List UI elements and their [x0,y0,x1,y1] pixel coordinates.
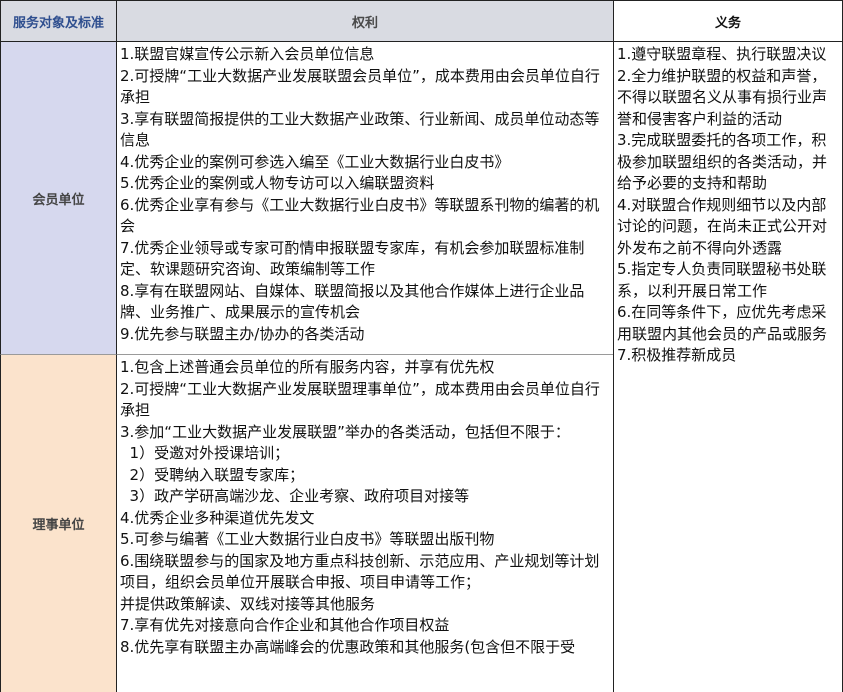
service-table: 服务对象及标准 权利 义务 会员单位 1.联盟官媒宣传公示新入会员单位信息 2.… [0,0,843,692]
obligations-list: 1.遵守联盟章程、执行联盟决议 2.全力维护联盟的权益和声誉，不得以联盟名义从事… [613,42,843,692]
obligation-item: 4.对联盟合作规则细节以及内部讨论的问题，在尚未正式公开对外发布之前不得向外透露 [617,195,828,257]
member-right-item: 1.联盟官媒宣传公示新入会员单位信息 [120,45,375,63]
member-right-item: 2.可授牌“工业大数据产业发展联盟会员单位”，成本费用由会员单位自行承担 [120,66,600,107]
council-right-item: 2.可授牌“工业大数据产业发展联盟理事单位”，成本费用由会员单位自行承担 [120,379,600,420]
member-right-item: 8.享有在联盟网站、自媒体、联盟简报以及其他合作媒体上进行企业品牌、业务推广、成… [120,281,585,322]
member-right-item: 5.优秀企业的案例或人物专访可以入编联盟资料 [120,174,435,192]
obligation-item: 3.完成联盟委托的各项工作，积极参加联盟组织的各类活动，并给予必要的支持和帮助 [617,131,828,192]
member-right-item: 3.享有联盟简报提供的工业大数据产业政策、行业新闻、成员单位动态等信息 [120,109,600,150]
obligation-item: 7.积极推荐新成员 [617,346,737,364]
council-right-item: 3）政产学研高端沙龙、企业考察、政府项目对接等 [120,487,470,505]
header-obligations: 义务 [613,0,843,42]
member-right-item: 9.优先参与联盟主办/协办的各类活动 [120,324,365,343]
council-right-item: 5.可参与编著《工业大数据行业白皮书》等联盟出版刊物 [120,530,495,548]
council-right-item: 7.享有优先对接意向合作企业和其他合作项目权益 [120,616,450,634]
member-right-item: 6.优秀企业享有参与《工业大数据行业白皮书》等联盟系刊物的编著的机会 [120,195,600,236]
council-right-item: 8.优先享有联盟主办高端峰会的优惠政策和其他服务(包含但不限于受 [120,637,576,656]
council-right-item: 1.包含上述普通会员单位的所有服务内容，并享有优先权 [120,358,495,376]
obligation-item: 6.在同等条件下，应优先考虑采用联盟内其他会员的产品或服务 [617,303,828,343]
council-right-item: 4.优秀企业多种渠道优先发文 [120,508,315,527]
row-label-council: 理事单位 [0,355,116,692]
obligation-item: 2.全力维护联盟的权益和声誉，不得以联盟名义从事有损行业声誉和侵害客户利益的活动 [617,66,828,128]
member-right-item: 4.优秀企业的案例可参选入编至《工业大数据行业白皮书》 [120,152,510,171]
council-right-item: 3.参加“工业大数据产业发展联盟”举办的各类活动，包括但不限于： [120,422,570,441]
council-right-item: 6.围绕联盟参与的国家及地方重点科技创新、示范应用、产业规划等计划项目，组织会员… [120,551,600,592]
council-right-item: 1）受邀对外授课培训； [120,444,290,462]
obligation-item: 1.遵守联盟章程、执行联盟决议 [617,45,827,63]
header-rights: 权利 [116,0,613,42]
member-right-item: 7.优秀企业领导或专家可酌情申报联盟专家库，有机会参加联盟标准制定、软课题研究咨… [120,238,585,279]
member-rights-list: 1.联盟官媒宣传公示新入会员单位信息 2.可授牌“工业大数据产业发展联盟会员单位… [116,42,613,355]
header-service-object: 服务对象及标准 [0,0,116,42]
council-rights-list: 1.包含上述普通会员单位的所有服务内容，并享有优先权 2.可授牌“工业大数据产业… [116,355,613,692]
obligation-item: 5.指定专人负责同联盟秘书处联系，以利开展日常工作 [617,260,827,300]
council-right-item: 并提供政策解读、双线对接等其他服务 [120,594,376,613]
row-label-member: 会员单位 [0,42,116,355]
council-right-item: 2）受聘纳入联盟专家库； [120,465,305,484]
